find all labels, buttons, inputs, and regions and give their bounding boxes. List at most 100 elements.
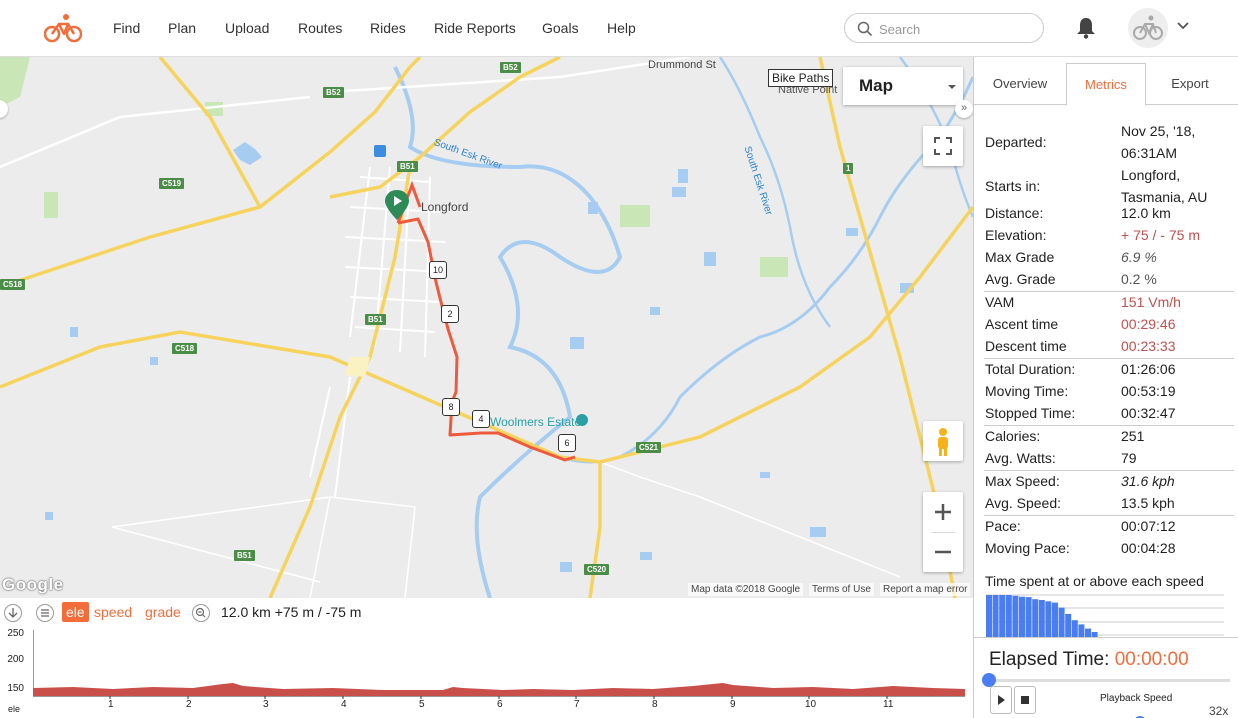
notifications-bell-icon[interactable] [1076,17,1096,39]
chevron-down-icon[interactable] [1177,22,1189,30]
street-view-button[interactable] [923,421,963,461]
tab-grade[interactable]: grade [145,602,181,622]
y-tick: 150 [7,683,24,694]
menu-button[interactable] [36,604,54,622]
route-map[interactable]: Longford Drummond St Native Point Woolme… [0,57,973,598]
speed-bar [1058,607,1065,637]
speed-bar [1025,597,1032,637]
zoom-out-icon[interactable] [923,532,963,572]
nav-routes[interactable]: Routes [298,20,342,36]
fullscreen-button[interactable] [923,126,963,166]
metric-label: Moving Time: [985,383,1069,399]
metric-label: Pace: [985,518,1021,534]
nav-ride-reports[interactable]: Ride Reports [434,20,516,36]
metric-value: 06:31AM [1121,145,1178,161]
playback-track[interactable] [990,679,1230,682]
metric-value: Nov 25, '18, [1121,123,1196,139]
road-badge-1: 1 [843,163,854,174]
metric-label: Avg. Watts: [985,450,1056,466]
km-marker[interactable]: 10 [429,261,447,279]
bike-paths-toggle[interactable]: Bike Paths [768,69,834,87]
km-marker[interactable]: 4 [472,410,490,428]
metric-label: VAM [985,294,1015,310]
report-map-error-link[interactable]: Report a map error [880,583,971,596]
metric-label: Elevation: [985,227,1047,243]
elapsed-value: 00:00:00 [1114,649,1189,670]
elevation-plot[interactable] [33,630,965,700]
download-button[interactable] [4,604,22,622]
speed-bar [1052,602,1058,637]
speed-bar [992,595,999,637]
terms-of-use-link[interactable]: Terms of Use [809,583,874,596]
collapse-right-button[interactable]: » [955,100,973,118]
metric-label: Descent time [985,338,1067,354]
metric-label: Total Duration: [985,361,1076,377]
elevation-profile: ele speed grade 12.0 km +75 m / -75 m 25… [0,598,973,718]
x-tick: 8 [652,699,658,710]
nav-upload[interactable]: Upload [225,20,269,36]
elevation-summary: 12.0 km +75 m / -75 m [221,604,362,620]
x-tick: 10 [805,699,817,710]
nav-goals[interactable]: Goals [542,20,579,36]
metric-value: 00:32:47 [1121,405,1176,421]
metric-label: Avg. Grade [985,271,1056,287]
speed-histogram[interactable] [986,592,1224,638]
speed-bar [1078,624,1085,637]
speed-bar [1019,596,1025,637]
map-type-select[interactable]: Map [843,67,963,105]
stop-button[interactable] [1014,686,1036,714]
x-tick: 9 [730,699,736,710]
search-icon [857,21,873,37]
place-label-longford: Longford [421,200,469,214]
nav-plan[interactable]: Plan [168,20,196,36]
x-tick: 11 [883,699,894,710]
metric-value: 01:26:06 [1121,361,1176,377]
x-tick: 2 [186,699,192,710]
search-input[interactable] [879,20,1029,38]
x-tick: 7 [574,699,580,710]
zoom-chart-button[interactable] [192,604,210,622]
playback-speed-label: Playback Speed [1100,693,1173,704]
km-marker[interactable]: 8 [442,398,460,416]
search-box [844,13,1044,43]
tab-export[interactable]: Export [1152,63,1228,105]
user-avatar[interactable] [1128,8,1168,48]
tab-speed[interactable]: speed [94,602,132,622]
metric-label: Max Speed: [985,473,1060,489]
speed-bar [1045,601,1052,637]
speed-histogram-title: Time spent at or above each speed [985,573,1204,589]
panel-tabs: Overview Metrics Export [974,57,1238,106]
km-marker[interactable]: 6 [558,434,576,452]
metric-label: Departed: [985,134,1047,150]
metric-value: 79 [1121,450,1137,466]
tab-overview[interactable]: Overview [980,63,1060,105]
km-marker[interactable]: 2 [441,305,459,323]
place-label-drummond-st: Drummond St [648,59,716,71]
road-badge-b51: B51 [397,161,418,172]
stop-icon [1021,696,1029,704]
play-button[interactable] [990,686,1012,714]
metric-value: 251 [1121,428,1145,444]
metric-value: 13.5 kph [1121,495,1175,511]
tab-ele[interactable]: ele [62,602,89,622]
speed-bar [1071,620,1078,637]
metric-value: 31.6 kph [1121,473,1175,489]
metric-value: 6.9 % [1121,249,1157,265]
nav-rides[interactable]: Rides [370,20,406,36]
cyclist-logo-icon[interactable] [44,13,82,43]
road-badge-c518: C518 [0,279,26,290]
tab-metrics[interactable]: Metrics [1066,63,1146,106]
road-badge-c520: C520 [584,564,610,575]
y-tick: 250 [7,628,24,639]
zoom-in-icon[interactable] [923,492,963,532]
speed-bar [1038,600,1045,637]
road-badge-c519: C519 [159,178,185,189]
nav-help[interactable]: Help [607,20,636,36]
play-icon [998,695,1005,705]
metric-value: 00:53:19 [1121,383,1176,399]
divider [984,515,1234,516]
place-label-woolmers-estate[interactable]: Woolmers Estate [490,415,581,429]
playback-slider-handle[interactable] [982,673,996,687]
nav-find[interactable]: Find [113,20,140,36]
metric-value: + 75 / - 75 m [1121,227,1200,243]
